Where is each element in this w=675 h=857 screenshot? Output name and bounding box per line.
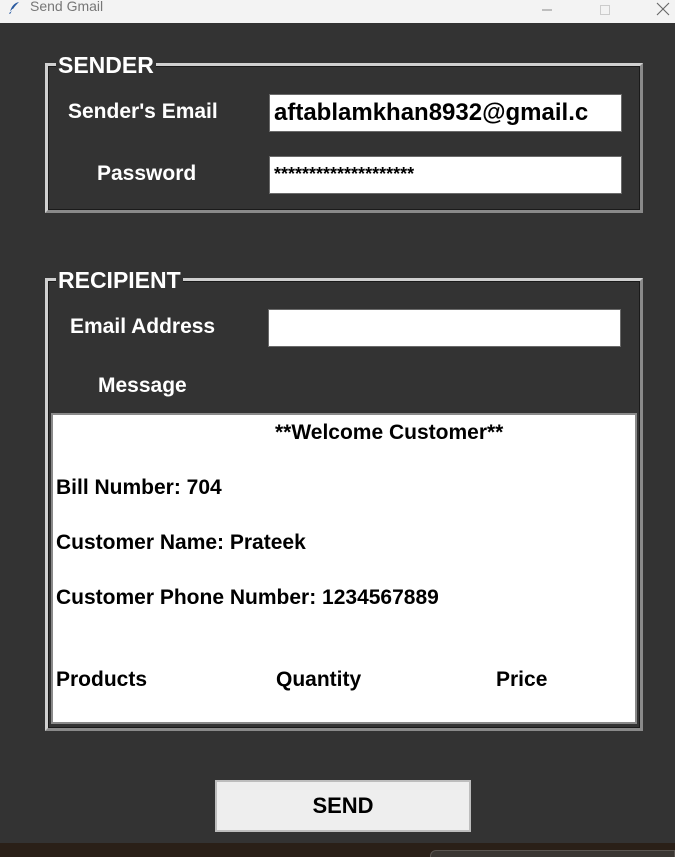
window-title: Send Gmail: [30, 0, 104, 14]
maximize-icon: [599, 3, 611, 21]
sender-group-label: SENDER: [56, 52, 156, 78]
message-bill-number-line: Bill Number: 704: [56, 476, 222, 499]
message-column-quantity: Quantity: [276, 668, 362, 691]
password-field[interactable]: ********************: [269, 156, 622, 194]
feather-icon: [7, 1, 21, 15]
sender-email-field[interactable]: aftablamkhan8932@gmail.c: [269, 94, 622, 132]
message-column-price: Price: [496, 668, 548, 691]
close-button[interactable]: [640, 0, 675, 23]
recipient-group-label: RECIPIENT: [56, 267, 183, 293]
minimize-icon: [541, 3, 553, 21]
message-textarea[interactable]: **Welcome Customer** Bill Number: 704 Cu…: [51, 413, 637, 724]
sender-email-label: Sender's Email: [68, 100, 218, 123]
close-icon: [656, 2, 670, 21]
taskbar-item: [430, 850, 675, 857]
send-button[interactable]: SEND: [215, 780, 471, 832]
password-label: Password: [97, 162, 197, 185]
maximize-button[interactable]: [582, 0, 628, 23]
message-customer-name-line: Customer Name: Prateek: [56, 531, 306, 554]
message-customer-phone-line: Customer Phone Number: 1234567889: [56, 586, 439, 609]
message-label: Message: [98, 374, 187, 397]
recipient-email-label: Email Address: [70, 315, 216, 338]
recipient-email-field[interactable]: [268, 309, 621, 347]
minimize-button[interactable]: [524, 0, 570, 23]
message-column-products: Products: [56, 668, 148, 691]
message-welcome-line: **Welcome Customer**: [275, 421, 504, 444]
title-bar: Send Gmail: [0, 0, 675, 23]
